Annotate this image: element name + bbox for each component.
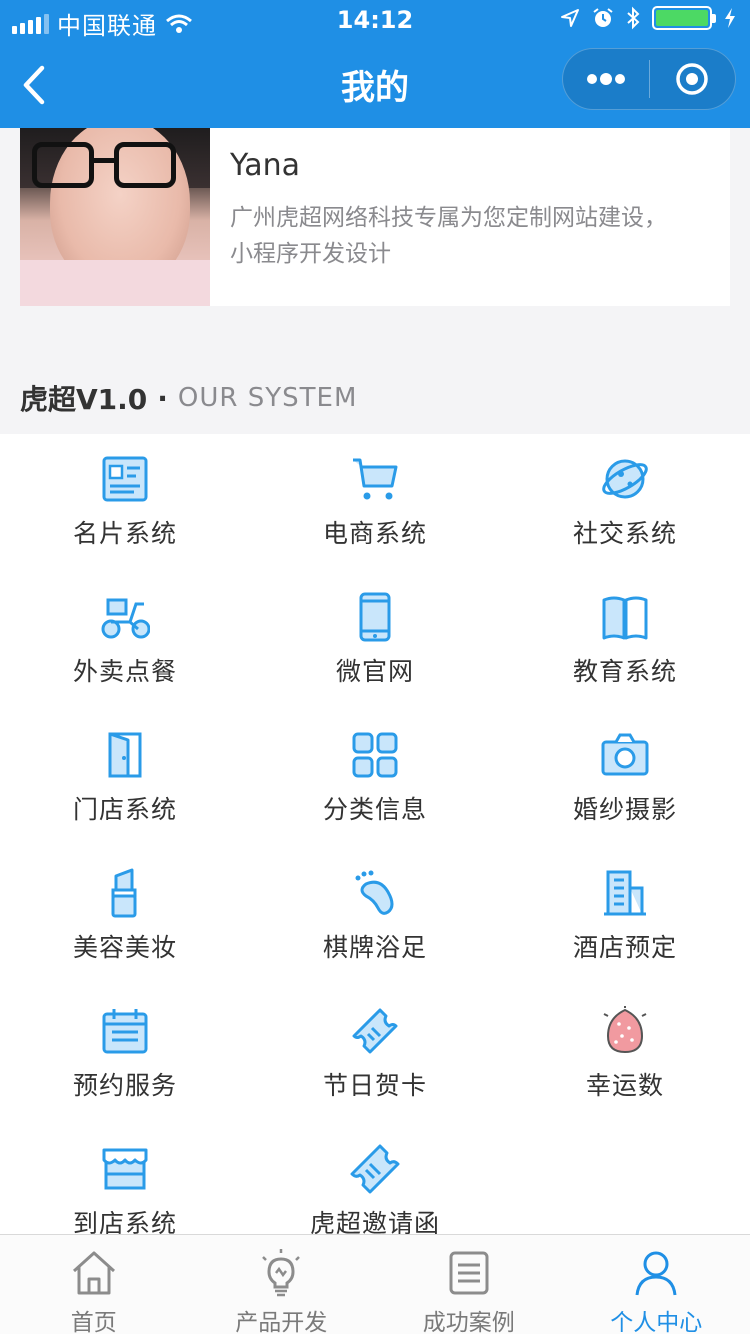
tab-label: 成功案例 bbox=[422, 1310, 515, 1334]
grid-item[interactable]: 微官网 bbox=[250, 572, 500, 710]
tab-list-box[interactable]: 成功案例 bbox=[375, 1235, 563, 1334]
profile-name: Yana bbox=[230, 148, 300, 183]
category-grid-icon bbox=[350, 730, 400, 780]
grid-item[interactable]: 社交系统 bbox=[500, 434, 750, 572]
lucky-egg-icon bbox=[600, 1006, 650, 1056]
status-bar: 中国联通 14:12 bbox=[0, 0, 750, 42]
charging-icon bbox=[725, 8, 735, 28]
status-right bbox=[560, 6, 736, 30]
grid-item[interactable]: 电商系统 bbox=[250, 434, 500, 572]
tab-label: 产品开发 bbox=[235, 1310, 328, 1334]
grid-item-label: 婚纱摄影 bbox=[572, 795, 677, 824]
cart-icon bbox=[350, 454, 400, 504]
battery-fill bbox=[656, 10, 708, 26]
more-button[interactable] bbox=[563, 49, 649, 109]
grid-item[interactable]: 酒店预定 bbox=[500, 848, 750, 986]
nav-bar: 我的 bbox=[0, 42, 750, 128]
section-heading: 虎超V1.0 · OUR SYSTEM bbox=[20, 376, 357, 420]
section-dot: · bbox=[157, 381, 168, 415]
miniprogram-capsule bbox=[562, 48, 736, 110]
grid-item[interactable]: 美容美妆 bbox=[0, 848, 250, 986]
book-icon bbox=[600, 592, 650, 642]
foot-icon bbox=[350, 868, 400, 918]
camera-icon bbox=[600, 730, 650, 780]
grid-item[interactable]: 名片系统 bbox=[0, 434, 250, 572]
grid-item[interactable]: 到店系统 bbox=[0, 1124, 250, 1234]
grid-item-label: 门店系统 bbox=[72, 795, 177, 824]
ticket-icon bbox=[350, 1006, 400, 1056]
tab-home[interactable]: 首页 bbox=[0, 1235, 188, 1334]
system-grid: 名片系统 电商系统 社交系统外卖点餐 微官网 教育系统门店系统 分类信息 婚纱摄影美容美妆 棋… bbox=[0, 434, 750, 1234]
shop-icon bbox=[100, 1144, 150, 1194]
grid-item-label: 节日贺卡 bbox=[322, 1071, 427, 1100]
card-icon bbox=[100, 454, 150, 504]
grid-item[interactable]: 外卖点餐 bbox=[0, 572, 250, 710]
grid-item[interactable]: 棋牌浴足 bbox=[250, 848, 500, 986]
alarm-icon bbox=[593, 8, 613, 27]
grid-item-label: 幸运数 bbox=[585, 1071, 664, 1100]
grid-item-label: 美容美妆 bbox=[72, 933, 177, 962]
lipstick-icon bbox=[100, 868, 150, 918]
profile-card[interactable]: Yana 广州虎超网络科技专属为您定制网站建设，小程序开发设计 bbox=[20, 128, 730, 306]
location-arrow-icon bbox=[561, 9, 579, 27]
invitation-icon bbox=[350, 1144, 400, 1194]
grid-item-label: 微官网 bbox=[335, 657, 414, 686]
avatar bbox=[20, 128, 210, 306]
tab-person[interactable]: 个人中心 bbox=[563, 1235, 750, 1334]
grid-item-label: 电商系统 bbox=[322, 519, 427, 548]
tab-label: 首页 bbox=[70, 1310, 117, 1334]
scooter-icon bbox=[100, 592, 151, 642]
tab-bar: 首页 产品开发 成功案例 个人中心 bbox=[0, 1234, 750, 1334]
grid-item-label: 预约服务 bbox=[72, 1071, 177, 1100]
more-dots-icon bbox=[586, 73, 625, 85]
section-subtitle: OUR SYSTEM bbox=[177, 383, 358, 413]
phone-icon bbox=[350, 592, 400, 642]
grid-item-label: 棋牌浴足 bbox=[322, 933, 427, 962]
grid-item[interactable]: 预约服务 bbox=[0, 986, 250, 1124]
lightbulb-icon bbox=[255, 1247, 307, 1299]
grid-item-label: 名片系统 bbox=[72, 519, 177, 548]
grid-item-label: 社交系统 bbox=[572, 519, 677, 548]
bluetooth-icon bbox=[627, 6, 640, 30]
planet-icon bbox=[600, 454, 650, 504]
profile-description: 广州虎超网络科技专属为您定制网站建设，小程序开发设计 bbox=[230, 205, 667, 267]
grid-item[interactable]: 幸运数 bbox=[500, 986, 750, 1124]
grid-item[interactable]: 分类信息 bbox=[250, 710, 500, 848]
grid-item-label: 虎超邀请函 bbox=[309, 1209, 440, 1234]
profile-info: Yana 广州虎超网络科技专属为您定制网站建设，小程序开发设计 bbox=[210, 128, 730, 306]
grid-item[interactable]: 虎超邀请函 bbox=[250, 1124, 500, 1234]
target-circle-icon bbox=[676, 63, 708, 95]
grid-item[interactable]: 婚纱摄影 bbox=[500, 710, 750, 848]
building-icon bbox=[600, 868, 650, 918]
close-miniprogram-button[interactable] bbox=[650, 49, 736, 109]
tab-label: 个人中心 bbox=[610, 1310, 703, 1334]
grid-item[interactable]: 门店系统 bbox=[0, 710, 250, 848]
grid-item-label: 外卖点餐 bbox=[72, 657, 177, 686]
grid-item-label: 教育系统 bbox=[572, 657, 677, 686]
page: 中国联通 14:12 我的 Yana 广州虎超网络科技专属为您定制网站建设，小程… bbox=[0, 0, 750, 1334]
grid-item[interactable]: 节日贺卡 bbox=[250, 986, 500, 1124]
section-title: 虎超V1.0 bbox=[20, 383, 148, 416]
grid-item[interactable]: 教育系统 bbox=[500, 572, 750, 710]
tab-lightbulb[interactable]: 产品开发 bbox=[188, 1235, 376, 1334]
grid-item-label: 到店系统 bbox=[72, 1209, 177, 1234]
list-box-icon bbox=[443, 1247, 495, 1299]
battery-icon bbox=[652, 6, 716, 30]
grid-item-label: 分类信息 bbox=[322, 795, 427, 824]
person-icon bbox=[630, 1247, 682, 1299]
home-icon bbox=[68, 1247, 120, 1299]
calendar-icon bbox=[100, 1006, 150, 1056]
door-icon bbox=[100, 730, 150, 780]
grid-item-label: 酒店预定 bbox=[572, 933, 677, 962]
